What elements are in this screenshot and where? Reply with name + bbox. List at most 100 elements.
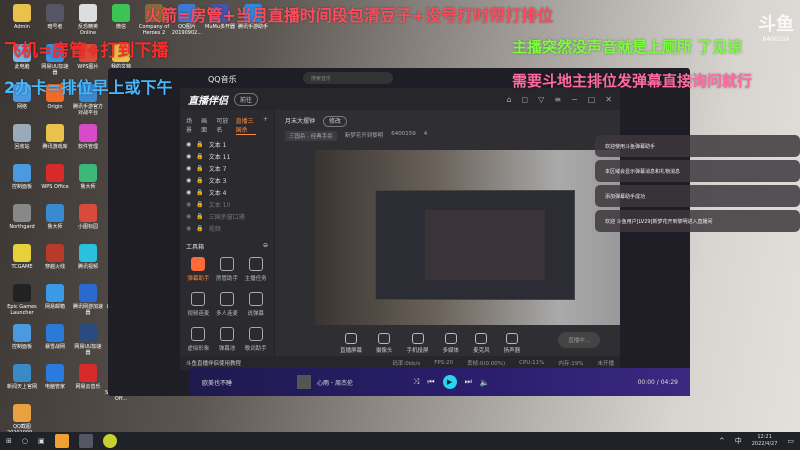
tool-item[interactable]: 虚拟形象 xyxy=(184,327,213,352)
desktop-icon[interactable]: 反恐精英Online xyxy=(72,4,104,36)
lock-icon[interactable]: 🔒 xyxy=(196,225,203,232)
task-view-icon[interactable]: ▣ xyxy=(38,437,45,445)
music-search-input[interactable]: 搜索音乐 xyxy=(303,72,393,84)
eye-icon[interactable]: ◉ xyxy=(186,213,191,220)
eye-icon[interactable]: ◉ xyxy=(186,153,191,160)
eye-icon[interactable]: ◉ xyxy=(186,225,191,232)
control-button[interactable]: 直播屏幕 xyxy=(340,332,362,354)
tool-item[interactable]: 说弹幕 xyxy=(241,292,270,317)
minimize-icon[interactable]: − xyxy=(571,95,578,104)
layer-item[interactable]: ◉ 🔒 文本 11 xyxy=(180,150,274,162)
desktop-icon[interactable]: 新闻天上官网 xyxy=(6,364,38,390)
desktop-icon[interactable]: 暗号者 xyxy=(39,4,71,30)
eye-icon[interactable]: ◉ xyxy=(186,189,191,196)
lock-icon[interactable]: 🔒 xyxy=(196,201,203,208)
tool-item[interactable]: 主播任务 xyxy=(241,257,270,282)
room-number: 6400159 xyxy=(762,36,790,43)
tray-expand-icon[interactable]: ^ xyxy=(719,437,725,445)
start-icon[interactable]: ⊞ xyxy=(6,437,12,445)
control-button[interactable]: 扬声器 xyxy=(504,332,520,354)
gift-icon[interactable]: ⌂ xyxy=(506,95,511,104)
search-icon[interactable]: ○ xyxy=(22,437,28,445)
eye-icon[interactable]: ◉ xyxy=(186,201,191,208)
taskbar-app-qqmusic[interactable] xyxy=(102,434,117,448)
more-icon[interactable]: ⊖ xyxy=(263,242,268,251)
desktop-icon[interactable]: 网易UU加速器 xyxy=(72,324,104,356)
lock-icon[interactable]: 🔒 xyxy=(196,213,203,220)
desktop-icon[interactable]: 控制面板 xyxy=(6,164,38,190)
tool-item[interactable]: 多人连麦 xyxy=(213,292,242,317)
lock-icon[interactable]: 🔒 xyxy=(196,141,203,148)
layer-item[interactable]: ◉ 🔒 文本 4 xyxy=(180,186,274,198)
tool-item[interactable]: 歌词助手 xyxy=(241,327,270,352)
layer-item[interactable]: ◉ 🔒 文本 3 xyxy=(180,174,274,186)
settings-icon[interactable]: ▽ xyxy=(538,95,544,104)
control-button[interactable]: 多媒体 xyxy=(443,332,459,354)
control-button[interactable]: 麦克风 xyxy=(473,332,490,354)
prev-icon[interactable]: ⏮ xyxy=(427,377,434,387)
lock-icon[interactable]: 🔒 xyxy=(196,177,203,184)
scene-tab[interactable]: 可放名 xyxy=(216,116,228,135)
desktop-icon[interactable]: 腾讯网游加速器 xyxy=(72,284,104,316)
control-button[interactable]: 摄像头 xyxy=(376,332,393,354)
layer-item[interactable]: ◉ 🔒 三国杀窗口捕 xyxy=(180,210,274,222)
scene-tab[interactable]: 直播三国杀 xyxy=(235,116,256,135)
lock-icon[interactable]: 🔒 xyxy=(196,165,203,172)
beta-button[interactable]: 前往 xyxy=(234,92,259,106)
tool-item[interactable]: 弹幕池 xyxy=(213,327,242,352)
close-icon[interactable]: ✕ xyxy=(605,95,612,104)
desktop-icon[interactable]: 网易邮箱 xyxy=(39,284,71,310)
desktop-icon[interactable]: 微信 xyxy=(105,4,137,30)
menu-icon[interactable]: ≡ xyxy=(554,95,561,104)
add-scene-button[interactable]: + xyxy=(263,116,268,135)
layer-item[interactable]: ◉ 🔒 文本 7 xyxy=(180,162,274,174)
desktop-icon[interactable]: 鲁大师 xyxy=(39,204,71,230)
eye-icon[interactable]: ◉ xyxy=(186,177,191,184)
taskbar-app-companion[interactable] xyxy=(54,434,69,448)
tool-item[interactable]: 弹幕助手 xyxy=(184,257,213,282)
desktop-icon[interactable]: WPS Office xyxy=(39,164,71,190)
edit-title-button[interactable]: 修改 xyxy=(322,116,347,127)
tool-item[interactable]: 房管助手 xyxy=(213,257,242,282)
desktop-icon[interactable]: 穿越火线 xyxy=(39,244,71,270)
lock-icon[interactable]: 🔒 xyxy=(196,189,203,196)
song-title: 心雨 xyxy=(317,379,330,387)
skin-icon[interactable]: ◻ xyxy=(522,95,529,104)
start-stream-button[interactable]: 直播中... xyxy=(558,332,600,348)
volume-icon[interactable]: 🔈 xyxy=(480,378,490,387)
shuffle-icon[interactable]: ⤨ xyxy=(413,377,419,387)
layer-item[interactable]: ◉ 🔒 视频 xyxy=(180,222,274,234)
tool-item[interactable]: 视频连麦 xyxy=(184,292,213,317)
desktop-icon[interactable]: 鲁大师 xyxy=(72,164,104,190)
desktop-icon[interactable]: 网易云音乐 xyxy=(72,364,104,390)
desktop-icon[interactable]: 暴雪战网 xyxy=(39,324,71,350)
lock-icon[interactable]: 🔒 xyxy=(196,153,203,160)
category-tag[interactable]: 三国杀 · 经典手杀 xyxy=(285,131,337,141)
taskbar-app-game[interactable] xyxy=(78,434,93,448)
desktop-icon[interactable]: TCGAME xyxy=(6,244,38,270)
desktop-icon[interactable]: 控制面板 xyxy=(6,324,38,350)
tutorial-notice[interactable]: 斗鱼直播伴侣使用教程 xyxy=(186,359,241,367)
layer-item[interactable]: ◉ 🔒 文本 10 xyxy=(180,198,274,210)
desktop-icon[interactable]: 电脑管家 xyxy=(39,364,71,390)
desktop-icon[interactable]: Epic Games Launcher xyxy=(6,284,38,316)
eye-icon[interactable]: ◉ xyxy=(186,141,191,148)
desktop-icon[interactable]: Admin xyxy=(6,4,38,30)
desktop-icon[interactable]: 小图标园 xyxy=(72,204,104,230)
maximize-icon[interactable]: □ xyxy=(588,95,596,104)
scene-tab[interactable]: 场景 xyxy=(186,116,194,135)
desktop-icon[interactable]: 回收站 xyxy=(6,124,38,150)
album-cover xyxy=(297,375,311,389)
notification-icon[interactable]: ▭ xyxy=(787,437,794,445)
desktop-icon[interactable]: 腾讯游戏库 xyxy=(39,124,71,150)
desktop-icon[interactable]: 腾讯视频 xyxy=(72,244,104,270)
next-icon[interactable]: ⏭ xyxy=(465,377,472,387)
play-button[interactable]: ▶ xyxy=(442,375,457,389)
desktop-icon[interactable]: Northgard xyxy=(6,204,38,230)
desktop-icon[interactable]: 软件管理 xyxy=(72,124,104,150)
scene-tab[interactable]: 画面 xyxy=(201,116,209,135)
control-button[interactable]: 手机投屏 xyxy=(407,332,429,354)
eye-icon[interactable]: ◉ xyxy=(186,165,191,172)
ime-indicator[interactable]: 中 xyxy=(735,436,742,446)
layer-item[interactable]: ◉ 🔒 文本 1 xyxy=(180,138,274,150)
